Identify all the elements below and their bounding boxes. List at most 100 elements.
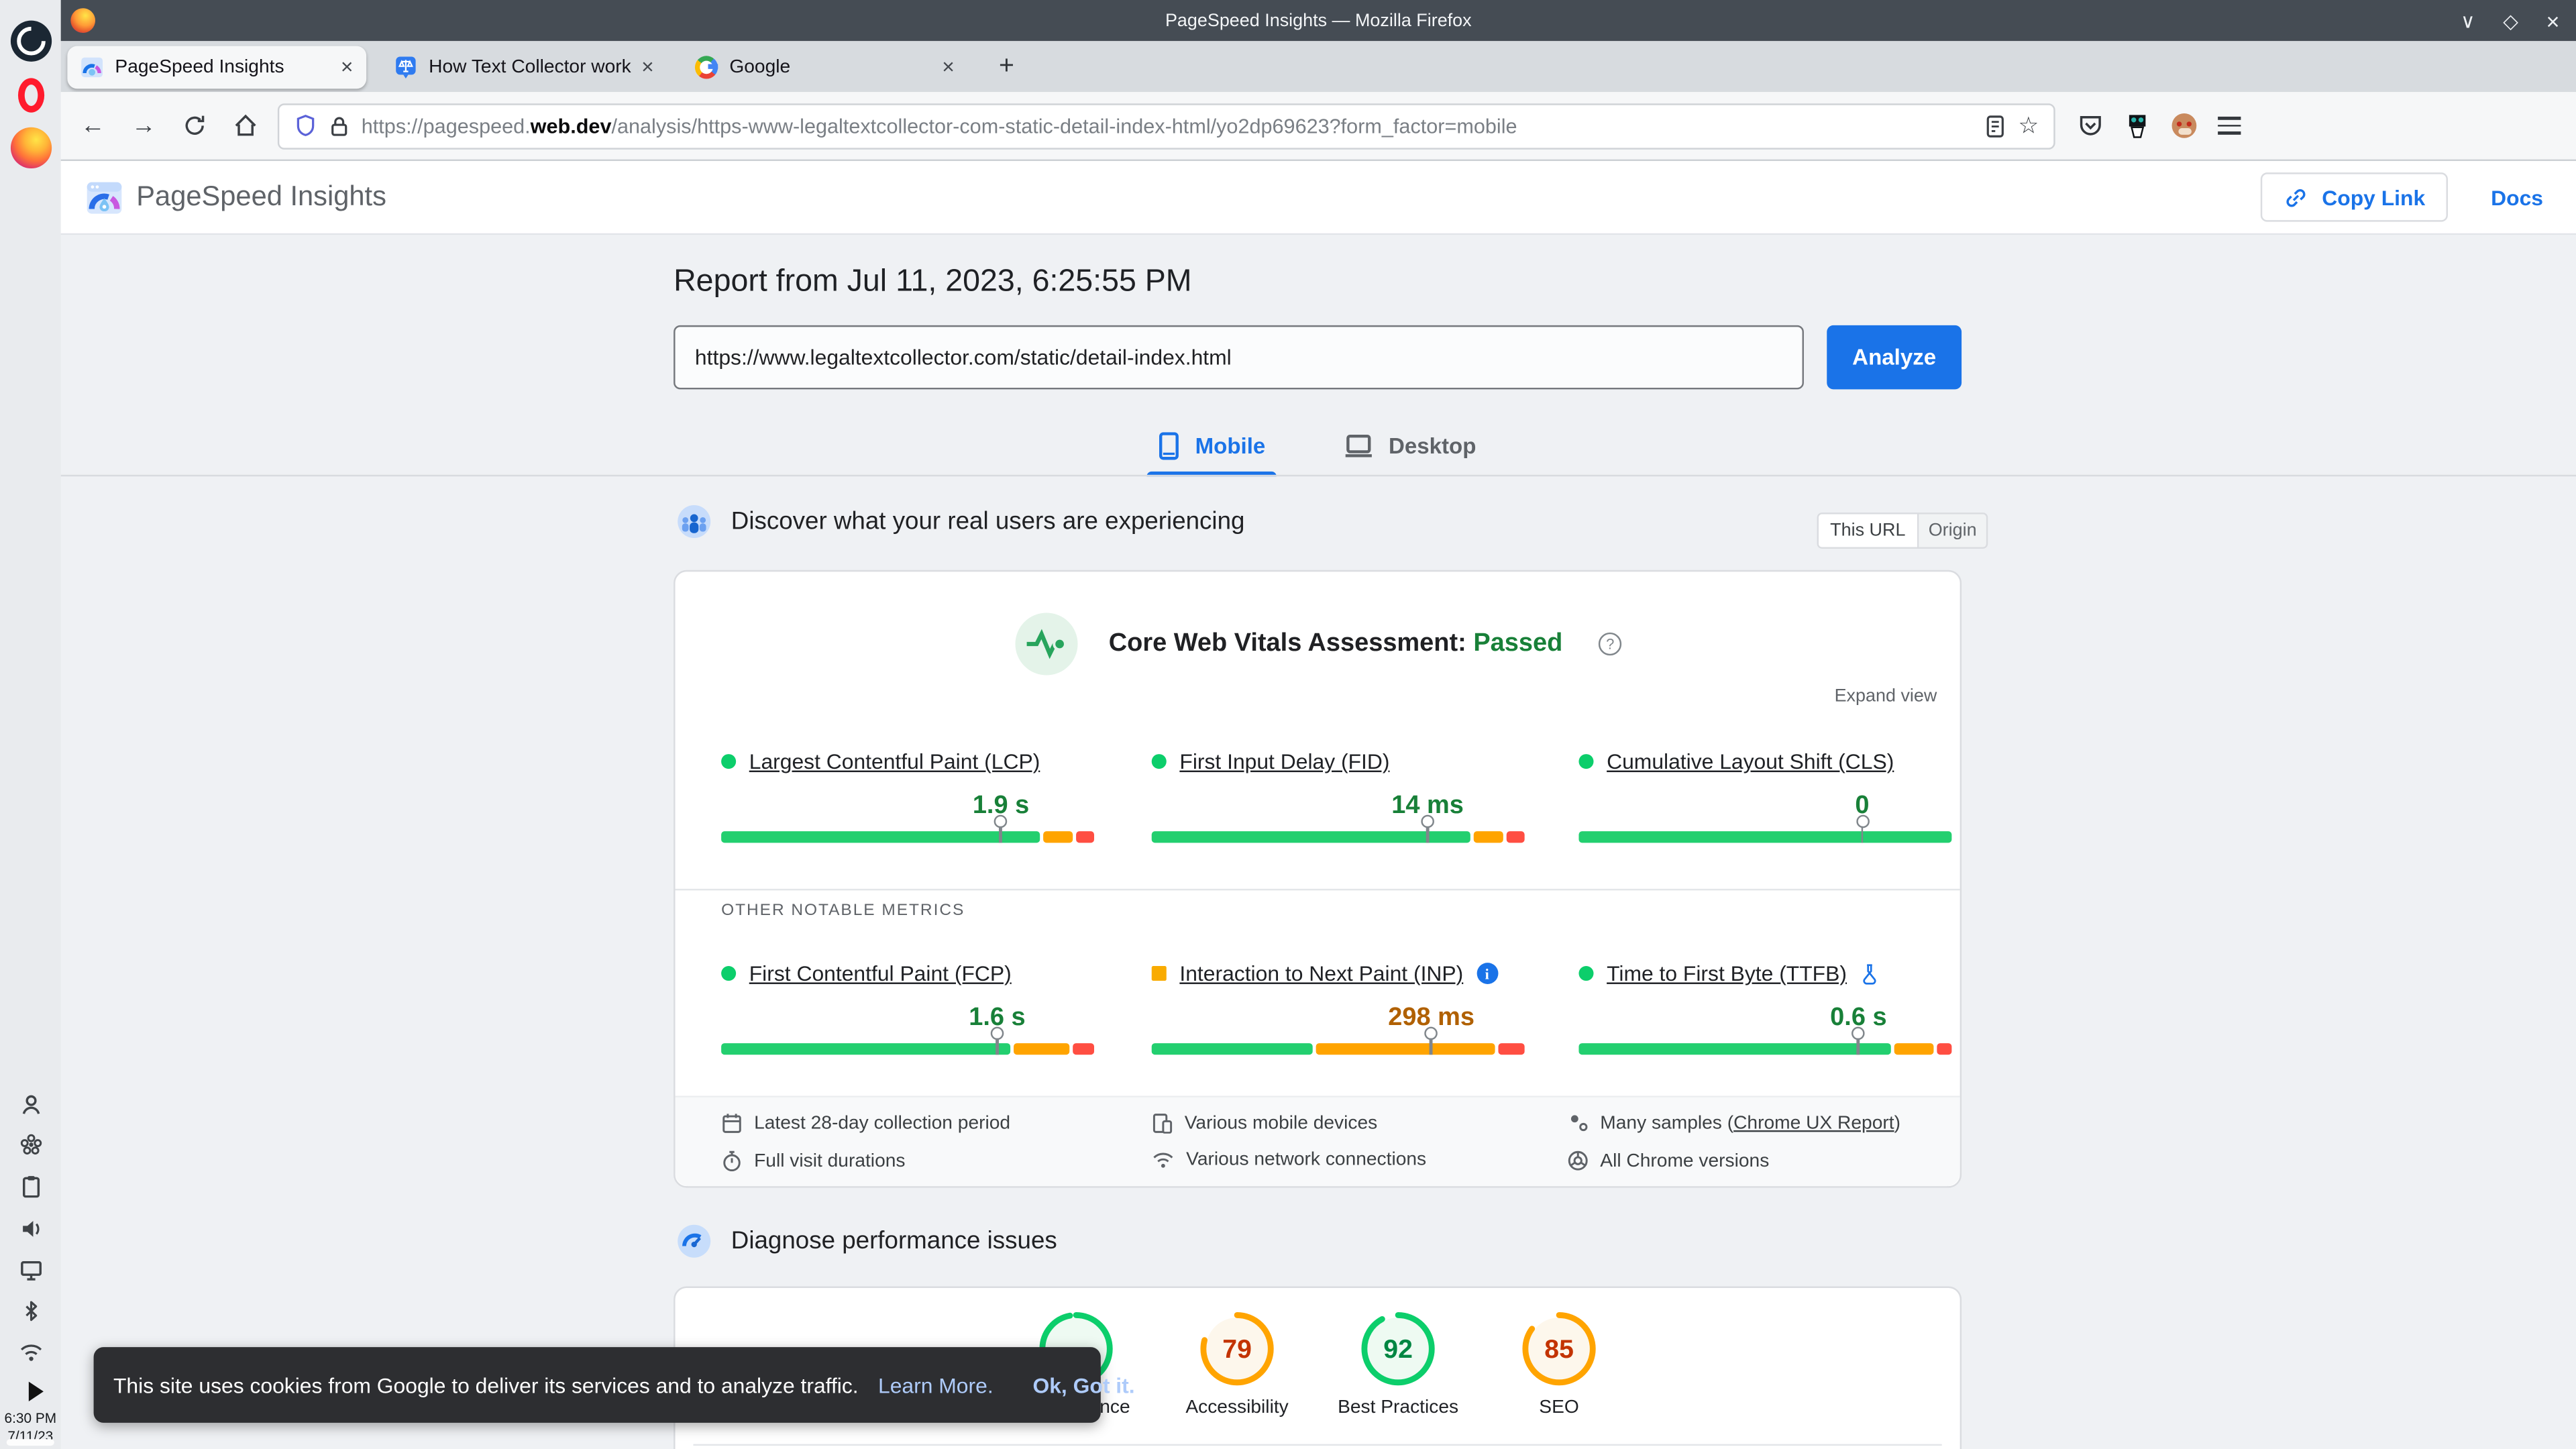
speaker-icon[interactable]: [19, 1218, 42, 1240]
metric-label-link[interactable]: Largest Contentful Paint (LCP): [749, 749, 1040, 774]
pagespeed-favicon: [81, 56, 103, 76]
toggle-origin[interactable]: Origin: [1919, 514, 1987, 547]
tab-strip: PageSpeed Insights × How Text Collector …: [60, 41, 2576, 93]
devices-icon: [1152, 1114, 1173, 1134]
metric-label-link[interactable]: First Contentful Paint (FCP): [749, 961, 1012, 986]
score-label: Best Practices: [1338, 1398, 1459, 1418]
clock-time: 6:30 PM: [4, 1409, 57, 1426]
metric-cls: Cumulative Layout Shift (CLS) 0: [1578, 749, 1952, 843]
analyze-url-input[interactable]: [674, 325, 1804, 390]
home-icon[interactable]: [233, 113, 258, 138]
pagespeed-logo: [87, 181, 122, 213]
tab-close-icon[interactable]: ×: [641, 54, 654, 79]
expand-view-link[interactable]: Expand view: [1835, 687, 1937, 706]
close-button[interactable]: ×: [2546, 7, 2559, 34]
cookie-ok-button[interactable]: Ok, Got it.: [1032, 1373, 1134, 1397]
chrome-icon: [1568, 1150, 1588, 1171]
metric-status-bullet: [1578, 754, 1594, 769]
tracking-shield-icon[interactable]: [294, 113, 317, 138]
footnote-durations: Full visit durations: [721, 1150, 906, 1172]
tab-text-collector[interactable]: How Text Collector works – ×: [381, 45, 667, 88]
divider: [675, 888, 1960, 891]
score-gauge[interactable]: 92: [1360, 1311, 1436, 1387]
show-desktop-button[interactable]: [6, 1439, 54, 1446]
metric-distribution-bar: [721, 1026, 1095, 1055]
display-icon[interactable]: [19, 1258, 42, 1281]
metric-label-link[interactable]: Cumulative Layout Shift (CLS): [1607, 749, 1894, 774]
metric-label-link[interactable]: Time to First Byte (TTFB): [1607, 961, 1847, 986]
monkey-extension-icon[interactable]: [2171, 113, 2197, 138]
metric-label-link[interactable]: First Input Delay (FID): [1179, 749, 1389, 774]
metric-status-bullet: [721, 754, 737, 769]
footnote-collection-period: Latest 28-day collection period: [721, 1112, 1010, 1134]
tab-label: Google: [729, 56, 791, 76]
url-bar[interactable]: https://pagespeed.web.dev/analysis/https…: [277, 103, 2055, 149]
link-icon: [2287, 188, 2306, 207]
menu-icon[interactable]: [2218, 116, 2241, 136]
reader-mode-icon[interactable]: [1985, 114, 2006, 137]
pocket-icon[interactable]: [2078, 113, 2103, 138]
score-accessibility: 79 Accessibility: [1157, 1311, 1318, 1417]
metric-distribution-bar: [721, 814, 1095, 843]
metric-label-link[interactable]: Interaction to Next Paint (INP): [1179, 961, 1463, 986]
reload-icon[interactable]: [182, 113, 207, 138]
assessment-label: Core Web Vitals Assessment: Passed: [1108, 629, 1563, 657]
expand-play-icon[interactable]: [29, 1381, 44, 1401]
navigation-toolbar: ← → https://pagespeed.web.dev/analysis/h…: [60, 92, 2576, 162]
minimize-button[interactable]: ∨: [2461, 9, 2475, 32]
footnote-samples: Many samples (Chrome UX Report): [1567, 1112, 1900, 1134]
tab-close-icon[interactable]: ×: [942, 54, 955, 79]
svg-text:85: 85: [1544, 1335, 1574, 1364]
url-text[interactable]: https://pagespeed.web.dev/analysis/https…: [362, 114, 1974, 137]
metric-fid: First Input Delay (FID) 14 ms: [1151, 749, 1525, 843]
bluetooth-icon[interactable]: [19, 1299, 41, 1322]
help-icon[interactable]: ?: [1599, 632, 1622, 656]
wifi-icon[interactable]: [18, 1342, 43, 1363]
assessment-value: Passed: [1473, 629, 1563, 657]
distro-logo[interactable]: [9, 20, 51, 62]
desktop-taskbar: 6:30 PM 7/11/23: [0, 0, 61, 1449]
tab-google[interactable]: Google ×: [682, 45, 967, 88]
window-title: PageSpeed Insights — Mozilla Firefox: [1165, 10, 1472, 31]
screen: 6:30 PM 7/11/23 PageSpeed Insights — Moz…: [0, 0, 2576, 1449]
metric-status-bullet: [721, 966, 737, 981]
learn-more-link[interactable]: Learn More.: [878, 1373, 994, 1397]
tab-pagespeed-insights[interactable]: PageSpeed Insights ×: [67, 45, 367, 89]
analyze-button[interactable]: Analyze: [1827, 325, 1962, 390]
score-gauge[interactable]: 85: [1521, 1311, 1597, 1387]
metric-status-bullet: [1578, 966, 1594, 981]
page-content: Report from Jul 11, 2023, 6:25:55 PM Ana…: [60, 235, 2576, 1449]
user-icon[interactable]: [19, 1093, 42, 1116]
real-users-icon: [678, 505, 711, 539]
tab-desktop[interactable]: Desktop: [1344, 416, 1476, 477]
metric-distribution-bar: [1578, 814, 1952, 843]
back-icon[interactable]: ←: [80, 112, 105, 140]
lock-icon[interactable]: [329, 114, 350, 137]
samples-icon: [1570, 1115, 1588, 1132]
svg-text:79: 79: [1222, 1335, 1252, 1364]
divider: [60, 474, 2576, 477]
cwv-pulse-icon: [1015, 612, 1078, 676]
new-tab-button[interactable]: +: [989, 52, 1024, 81]
copy-link-button[interactable]: Copy Link: [2261, 172, 2449, 222]
info-icon[interactable]: i: [1476, 963, 1498, 984]
opera-logo[interactable]: [17, 78, 44, 113]
metric-status-bullet: [1151, 966, 1167, 981]
flask-experimental-icon: [1863, 963, 1876, 984]
clipboard-icon[interactable]: [19, 1175, 42, 1198]
metric-distribution-bar: [1151, 1026, 1525, 1055]
toggle-this-url[interactable]: This URL: [1819, 514, 1919, 547]
maximize-button[interactable]: ◇: [2503, 9, 2518, 32]
tab-mobile[interactable]: Mobile: [1147, 416, 1277, 477]
score-gauge[interactable]: 79: [1199, 1311, 1275, 1387]
bookmark-star-icon[interactable]: ☆: [2018, 112, 2039, 140]
forward-icon[interactable]: →: [131, 112, 156, 140]
tab-close-icon[interactable]: ×: [341, 54, 354, 79]
mobile-phone-icon: [1160, 432, 1180, 460]
docs-link[interactable]: Docs: [2491, 185, 2543, 210]
firefox-logo[interactable]: [9, 127, 51, 169]
extension-icon[interactable]: [2125, 113, 2151, 139]
flower-icon[interactable]: [19, 1134, 42, 1157]
chrome-ux-report-link[interactable]: Chrome UX Report: [1733, 1113, 1894, 1132]
window-titlebar[interactable]: PageSpeed Insights — Mozilla Firefox ∨ ◇…: [60, 0, 2576, 42]
